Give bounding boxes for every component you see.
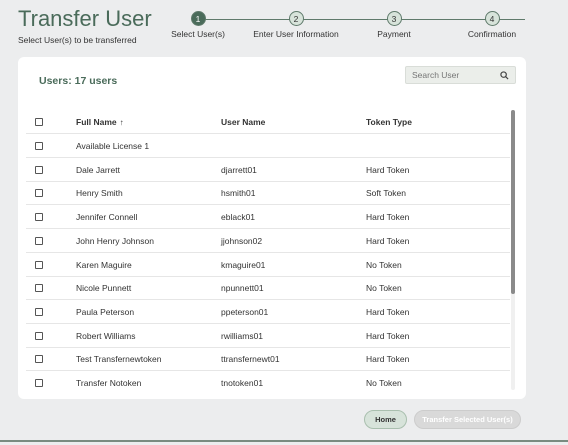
table-row[interactable]: Available License 1 xyxy=(26,134,510,158)
token-type-cell: Hard Token xyxy=(366,236,410,246)
row-checkbox-cell xyxy=(35,253,49,277)
full-name-cell: Jennifer Connell xyxy=(76,212,138,222)
user-name-cell: ttransfernewt01 xyxy=(221,354,280,364)
sort-ascending-icon: ↑ xyxy=(119,117,124,127)
row-checkbox-cell xyxy=(35,300,49,324)
select-all-cell xyxy=(35,110,49,134)
row-checkbox[interactable] xyxy=(35,237,43,245)
full-name-cell: John Henry Johnson xyxy=(76,236,154,246)
user-name-cell: jjohnson02 xyxy=(221,236,263,246)
row-checkbox[interactable] xyxy=(35,213,43,221)
table-row[interactable]: Robert Williams rwilliams01 Hard Token xyxy=(26,324,510,348)
step-number: 2 xyxy=(288,11,304,26)
full-name-cell: Available License 1 xyxy=(76,141,150,151)
users-card: Users: 17 users Full Name ↑ User Name To… xyxy=(18,57,526,399)
search-icon[interactable] xyxy=(500,70,509,80)
token-type-cell: Soft Token xyxy=(366,188,407,198)
user-name-cell: npunnett01 xyxy=(221,283,264,293)
token-type-cell: Hard Token xyxy=(366,165,410,175)
search-input[interactable] xyxy=(412,70,492,80)
table-row[interactable]: Henry Smith hsmith01 Soft Token xyxy=(26,181,510,205)
row-checkbox-cell xyxy=(35,371,49,390)
row-checkbox[interactable] xyxy=(35,142,43,150)
full-name-cell: Robert Williams xyxy=(76,331,136,341)
page-title: Transfer User xyxy=(18,6,152,31)
step-label: Confirmation xyxy=(467,29,517,39)
table-row[interactable]: Karen Maguire kmaguire01 No Token xyxy=(26,253,510,277)
select-all-checkbox[interactable] xyxy=(35,118,43,126)
token-type-cell: No Token xyxy=(366,260,402,270)
token-type-cell: No Token xyxy=(366,378,402,388)
table-header-row: Full Name ↑ User Name Token Type xyxy=(26,110,510,134)
transfer-selected-users-button[interactable]: Transfer Selected User(s) xyxy=(414,410,521,429)
table-row[interactable]: Nicole Punnett npunnett01 No Token xyxy=(26,276,510,300)
column-header-label: Token Type xyxy=(366,117,412,127)
step-confirmation: 4 Confirmation xyxy=(432,11,552,39)
row-checkbox[interactable] xyxy=(35,355,43,363)
full-name-cell: Transfer Notoken xyxy=(76,378,142,388)
user-name-cell: tnotoken01 xyxy=(221,378,264,388)
step-number: 1 xyxy=(190,11,206,26)
step-number: 4 xyxy=(484,11,500,26)
row-checkbox[interactable] xyxy=(35,308,43,316)
token-type-cell: Hard Token xyxy=(366,354,410,364)
full-name-cell: Karen Maguire xyxy=(76,260,132,270)
token-type-cell xyxy=(366,134,506,158)
table-row[interactable]: Dale Jarrett djarrett01 Hard Token xyxy=(26,158,510,182)
row-checkbox-cell xyxy=(35,158,49,182)
row-checkbox-cell xyxy=(35,324,49,348)
row-checkbox-cell xyxy=(35,205,49,229)
table-scrollbar[interactable] xyxy=(511,110,515,390)
bottom-divider xyxy=(0,440,568,442)
row-checkbox[interactable] xyxy=(35,379,43,387)
user-name-cell: ppeterson01 xyxy=(221,307,269,317)
full-name-cell: Test Transfernewtoken xyxy=(76,354,162,364)
step-number: 3 xyxy=(386,11,402,26)
home-button[interactable]: Home xyxy=(364,410,407,429)
progress-stepper: 1 Select User(s) 2 Enter User Informatio… xyxy=(165,11,555,51)
full-name-cell: Paula Peterson xyxy=(76,307,135,317)
row-checkbox-cell xyxy=(35,276,49,300)
full-name-cell: Dale Jarrett xyxy=(76,165,120,175)
table-row[interactable]: Test Transfernewtoken ttransfernewt01 Hard… xyxy=(26,347,510,371)
column-header-full-name[interactable]: Full Name ↑ xyxy=(76,110,216,134)
row-checkbox-cell xyxy=(35,181,49,205)
token-type-cell: Hard Token xyxy=(366,307,410,317)
user-name-cell: kmaguire01 xyxy=(221,260,266,270)
row-checkbox[interactable] xyxy=(35,332,43,340)
scrollbar-thumb[interactable] xyxy=(511,110,515,294)
row-checkbox[interactable] xyxy=(35,261,43,269)
column-header-label: Full Name xyxy=(76,117,117,127)
user-name-cell: eblack01 xyxy=(221,212,256,222)
row-checkbox-cell xyxy=(35,229,49,253)
row-checkbox[interactable] xyxy=(35,189,43,197)
table-row[interactable]: John Henry Johnson jjohnson02 Hard Token xyxy=(26,229,510,253)
row-checkbox-cell xyxy=(35,347,49,371)
users-count: Users: 17 users xyxy=(39,75,118,87)
token-type-cell: No Token xyxy=(366,283,402,293)
column-header-token-type[interactable]: Token Type xyxy=(366,110,506,134)
full-name-cell: Nicole Punnett xyxy=(76,283,132,293)
table-row[interactable]: Paula Peterson ppeterson01 Hard Token xyxy=(26,300,510,324)
row-checkbox[interactable] xyxy=(35,166,43,174)
token-type-cell: Hard Token xyxy=(366,212,410,222)
token-type-cell: Hard Token xyxy=(366,331,410,341)
full-name-cell: Henry Smith xyxy=(76,188,123,198)
user-name-cell xyxy=(221,134,361,158)
page-subtitle: Select User(s) to be transferred xyxy=(18,35,137,45)
table-row[interactable]: Transfer Notoken tnotoken01 No Token xyxy=(26,371,510,390)
users-table: Full Name ↑ User Name Token Type Availab… xyxy=(26,110,510,390)
row-checkbox-cell xyxy=(35,134,49,158)
search-box[interactable] xyxy=(405,66,516,84)
user-name-cell: djarrett01 xyxy=(221,165,257,175)
row-checkbox[interactable] xyxy=(35,284,43,292)
user-name-cell: hsmith01 xyxy=(221,188,256,198)
user-name-cell: rwilliams01 xyxy=(221,331,264,341)
table-row[interactable]: Jennifer Connell eblack01 Hard Token xyxy=(26,205,510,229)
column-header-user-name[interactable]: User Name xyxy=(221,110,361,134)
column-header-label: User Name xyxy=(221,117,266,127)
